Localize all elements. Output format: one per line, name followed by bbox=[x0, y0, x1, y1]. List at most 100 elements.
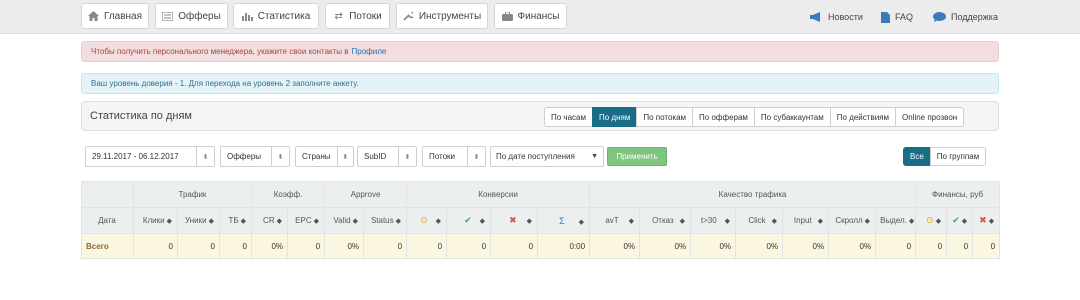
offers-filter-label: Офферы bbox=[227, 152, 262, 161]
chat-icon bbox=[933, 12, 946, 22]
stats-table: Трафик Коэфф. Approve Конверсии Качество… bbox=[81, 181, 1001, 259]
sort-updown-icon: ⬍ bbox=[398, 147, 416, 166]
filters-bar: 29.11.2017 - 06.12.2017 ⬍ Офферы ⬍ Стран… bbox=[81, 145, 999, 169]
total-rejected: 0 bbox=[490, 233, 539, 259]
nav-home-label: Главная bbox=[103, 10, 143, 22]
faq-label: FAQ bbox=[895, 12, 914, 22]
sort-icon: ◆ bbox=[276, 218, 282, 225]
nav-stats-label: Статистика bbox=[257, 10, 311, 22]
briefcase-icon bbox=[501, 11, 513, 22]
epc-column-header[interactable]: EPC ◆ bbox=[286, 207, 326, 234]
top-navbar: Главная Офферы Статистика ⇄ Потоки Инстр… bbox=[0, 0, 1080, 34]
nav-tools-label: Инструменты bbox=[418, 10, 482, 22]
sort-icon: ◆ bbox=[908, 218, 915, 225]
scroll-column-header[interactable]: Скролл ◆ bbox=[828, 207, 877, 234]
click-column-header[interactable]: Click ◆ bbox=[735, 207, 784, 234]
nav-offers-button[interactable]: Офферы bbox=[155, 3, 228, 29]
sort-icon: ◆ bbox=[526, 218, 533, 225]
tb-column-header[interactable]: ТБ ◆ bbox=[219, 207, 252, 234]
profile-link[interactable]: Профиле bbox=[352, 47, 387, 56]
total-uniques: 0 bbox=[177, 233, 220, 259]
traffic-group-header: Трафик bbox=[133, 181, 252, 208]
subid-filter-label: SubID bbox=[364, 152, 387, 161]
group-all-button[interactable]: Все bbox=[903, 147, 931, 166]
total-select: 0 bbox=[875, 233, 917, 259]
faq-link[interactable]: FAQ bbox=[881, 10, 913, 24]
trust-alert-text: Ваш уровень доверия - 1. Для перехода на… bbox=[91, 79, 359, 88]
news-link[interactable]: Новости bbox=[810, 10, 863, 24]
date-range-picker[interactable]: 29.11.2017 - 06.12.2017 ⬍ bbox=[85, 146, 215, 167]
nav-home-button[interactable]: Главная bbox=[81, 3, 149, 29]
cross-icon: ✖ bbox=[509, 215, 517, 225]
sort-icon: ◆ bbox=[395, 218, 402, 225]
total-finance-approved: 0 bbox=[946, 233, 974, 259]
sort-icon: ◆ bbox=[578, 218, 585, 226]
total-valid: 0% bbox=[324, 233, 365, 259]
sort-updown-icon: ⬍ bbox=[467, 147, 485, 166]
cr-column-header[interactable]: CR ◆ bbox=[251, 207, 288, 234]
valid-column-header[interactable]: Valid ◆ bbox=[324, 207, 365, 234]
pending-column-header[interactable]: ⊙ ◆ bbox=[406, 207, 448, 234]
page-title: Статистика по дням bbox=[90, 110, 192, 122]
finance-rejected-column-header[interactable]: ✖ ◆ bbox=[972, 207, 1001, 234]
table-group-header-row: Трафик Коэфф. Approve Конверсии Качество… bbox=[81, 181, 1001, 208]
date-mode-select[interactable]: По дате поступления ▼ bbox=[490, 146, 604, 167]
sort-updown-icon: ⬍ bbox=[196, 147, 214, 166]
finance-pending-column-header[interactable]: ⊙ ◆ bbox=[915, 207, 948, 234]
total-tb: 0 bbox=[219, 233, 252, 259]
countries-filter[interactable]: Страны ⬍ bbox=[295, 146, 354, 167]
view-by-hours-button[interactable]: По часам bbox=[544, 107, 593, 127]
uniques-column-header[interactable]: Уники ◆ bbox=[177, 207, 220, 234]
nav-offers-label: Офферы bbox=[178, 10, 221, 22]
total-label: Всего bbox=[81, 233, 134, 259]
view-by-offers-button[interactable]: По офферам bbox=[692, 107, 755, 127]
manager-alert-text: Чтобы получить персонального менеджера, … bbox=[91, 47, 349, 56]
apply-button[interactable]: Применить bbox=[607, 147, 667, 166]
bar-chart-icon bbox=[241, 11, 253, 22]
nav-stats-button[interactable]: Статистика bbox=[233, 3, 319, 29]
sort-icon: ◆ bbox=[352, 218, 359, 225]
support-link[interactable]: Поддержка bbox=[933, 10, 998, 24]
avt-column-header[interactable]: avT ◆ bbox=[589, 207, 641, 234]
view-by-days-button[interactable]: По дням bbox=[592, 107, 638, 127]
total-finance-pending: 0 bbox=[915, 233, 948, 259]
caret-down-icon: ▼ bbox=[591, 153, 598, 160]
approved-column-header[interactable]: ✔ ◆ bbox=[446, 207, 492, 234]
sort-icon: ◆ bbox=[817, 218, 824, 225]
t30-column-header[interactable]: t>30 ◆ bbox=[690, 207, 737, 234]
select-column-header[interactable]: Выдел. ◆ bbox=[875, 207, 917, 234]
view-by-subaccounts-button[interactable]: По субаккаунтам bbox=[753, 107, 831, 127]
sort-icon: ◆ bbox=[771, 218, 778, 225]
nav-streams-button[interactable]: ⇄ Потоки bbox=[325, 3, 390, 29]
conversions-group-header: Конверсии bbox=[406, 181, 591, 208]
finance-approved-column-header[interactable]: ✔ ◆ bbox=[946, 207, 974, 234]
document-icon bbox=[881, 11, 890, 23]
bounce-column-header[interactable]: Отказ ◆ bbox=[639, 207, 692, 234]
rejected-column-header[interactable]: ✖ ◆ bbox=[490, 207, 539, 234]
view-by-streams-button[interactable]: По потокам bbox=[636, 107, 694, 127]
input-column-header[interactable]: Input ◆ bbox=[782, 207, 830, 234]
sort-updown-icon: ⬍ bbox=[336, 147, 353, 166]
status-column-header[interactable]: Status ◆ bbox=[363, 207, 408, 234]
date-column-header: Дата bbox=[81, 207, 134, 234]
total-click: 0% bbox=[735, 233, 784, 259]
stats-panel-header: Статистика по дням По часам По дням По п… bbox=[81, 101, 999, 131]
nav-tools-button[interactable]: Инструменты bbox=[396, 3, 488, 29]
approve-group-header: Approve bbox=[324, 181, 408, 208]
group-by-groups-button[interactable]: По группам bbox=[929, 147, 987, 166]
cross-icon: ✖ bbox=[979, 215, 987, 225]
view-by-actions-button[interactable]: По действиям bbox=[829, 107, 896, 127]
sum-column-header[interactable]: Σ ◆ bbox=[537, 207, 591, 234]
total-status: 0 bbox=[363, 233, 408, 259]
megaphone-icon bbox=[810, 12, 823, 22]
clicks-column-header[interactable]: Клики ◆ bbox=[133, 207, 178, 234]
streams-filter[interactable]: Потоки ⬍ bbox=[422, 146, 486, 167]
sort-icon: ◆ bbox=[208, 218, 214, 225]
subid-filter[interactable]: SubID ⬍ bbox=[357, 146, 417, 167]
pending-clock-icon: ⊙ bbox=[420, 215, 428, 225]
offers-filter[interactable]: Офферы ⬍ bbox=[220, 146, 290, 167]
nav-finance-button[interactable]: Финансы bbox=[494, 3, 567, 29]
date-group-cell bbox=[81, 181, 134, 208]
total-sum: 0:00 bbox=[537, 233, 591, 259]
view-online-call-button[interactable]: Online прозвон bbox=[895, 107, 965, 127]
